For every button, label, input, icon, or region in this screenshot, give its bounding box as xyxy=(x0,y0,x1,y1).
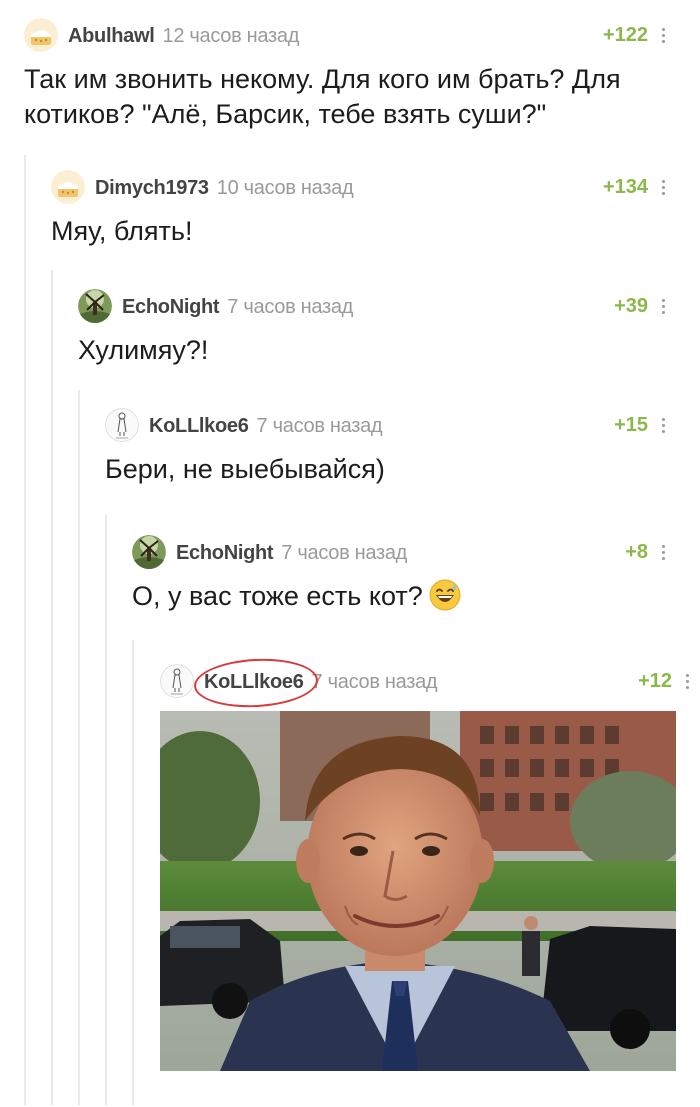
comment: Abulhawl 12 часов назад +122 Так им звони… xyxy=(24,18,676,132)
comment-header: Dimych1973 10 часов назад +134 xyxy=(51,170,676,206)
cake-avatar-icon[interactable] xyxy=(51,170,85,204)
username[interactable]: Dimych1973 10 часов назад xyxy=(95,177,354,200)
comment: Dimych1973 10 часов назад +134 Мяу, блять… xyxy=(51,170,676,249)
rating: +15 xyxy=(614,414,648,436)
grinning-sweat-emoji-icon xyxy=(429,579,461,611)
comment-header: Abulhawl 12 часов назад +122 xyxy=(24,18,676,54)
thread-line xyxy=(105,515,107,1105)
timestamp: 10 часов назад xyxy=(216,177,354,199)
comment-text: Мяу, блять! xyxy=(51,216,193,246)
sketch-avatar-icon[interactable] xyxy=(160,664,194,698)
rating: +39 xyxy=(614,295,648,317)
comment-text: О, у вас тоже есть кот? xyxy=(132,579,676,614)
more-options-icon[interactable] xyxy=(658,175,668,199)
smiling-man-photo[interactable] xyxy=(160,711,676,1071)
rating: +8 xyxy=(625,541,648,563)
more-options-icon[interactable] xyxy=(658,23,668,47)
rating: +12 xyxy=(638,670,672,692)
username[interactable]: KoLLlkoe6 7 часов назад xyxy=(149,415,383,438)
username-text[interactable]: Abulhawl xyxy=(68,25,155,47)
more-options-icon[interactable] xyxy=(658,540,668,564)
timestamp: 7 часов назад xyxy=(256,415,383,437)
comment-thread: Abulhawl 12 часов назад +122 Так им звони… xyxy=(0,0,700,1107)
comment-text: Хулимяу?! xyxy=(78,335,209,365)
comment-header: EchoNight 7 часов назад +39 xyxy=(78,289,676,325)
windmill-avatar-icon[interactable] xyxy=(78,289,112,323)
username-text[interactable]: EchoNight xyxy=(122,296,220,318)
username[interactable]: EchoNight 7 часов назад xyxy=(122,296,353,319)
sketch-avatar-icon[interactable] xyxy=(105,408,139,442)
comment-text: Бери, не выебывайся) xyxy=(105,454,385,484)
timestamp: 7 часов назад xyxy=(311,671,438,693)
comment-text: Так им звонить некому. Для кого им брать… xyxy=(24,64,621,129)
thread-line xyxy=(78,390,80,1105)
windmill-avatar-icon[interactable] xyxy=(132,535,166,569)
username-text[interactable]: Dimych1973 xyxy=(95,177,209,199)
rating: +122 xyxy=(602,24,648,46)
timestamp: 7 часов назад xyxy=(227,296,354,318)
thread-line xyxy=(51,270,53,1105)
comment-header: KoLLlkoe6 7 часов назад +15 xyxy=(105,408,676,444)
timestamp: 12 часов назад xyxy=(162,25,300,47)
timestamp: 7 часов назад xyxy=(281,542,408,564)
username-text[interactable]: EchoNight xyxy=(176,542,274,564)
comment: EchoNight 7 часов назад +8 О, у вас тоже … xyxy=(132,535,676,614)
comment-header: EchoNight 7 часов назад +8 xyxy=(132,535,676,571)
rating: +134 xyxy=(602,176,648,198)
cake-avatar-icon[interactable] xyxy=(24,18,58,52)
username-text[interactable]: KoLLlkoe6 xyxy=(149,415,249,437)
comment: KoLLlkoe6 7 часов назад +15 Бери, не выеб… xyxy=(105,408,676,487)
username[interactable]: Abulhawl 12 часов назад xyxy=(68,25,299,48)
more-options-icon[interactable] xyxy=(658,413,668,437)
comment: EchoNight 7 часов назад +39 Хулимяу?! xyxy=(78,289,676,368)
username[interactable]: EchoNight 7 часов назад xyxy=(176,542,407,565)
thread-line xyxy=(24,155,26,1105)
more-options-icon[interactable] xyxy=(658,294,668,318)
more-options-icon[interactable] xyxy=(682,669,692,693)
thread-line xyxy=(132,640,134,1105)
comment-text-body: О, у вас тоже есть кот? xyxy=(132,581,423,611)
